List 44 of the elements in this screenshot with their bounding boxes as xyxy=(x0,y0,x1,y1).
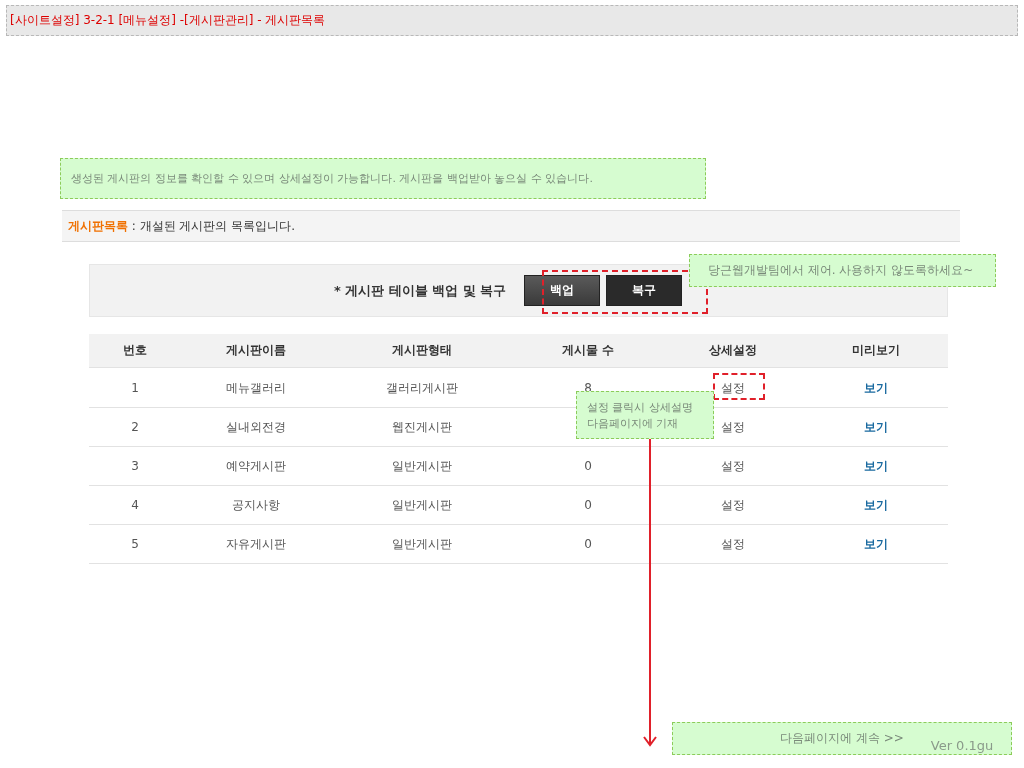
continue-text: 다음페이지에 계속 >> xyxy=(780,730,904,747)
table-cell: 3 xyxy=(131,459,139,473)
table-cell: 일반게시판 xyxy=(392,496,452,514)
settings-link[interactable]: 설정 xyxy=(721,418,745,436)
column-header: 게시물 수 xyxy=(561,342,615,359)
table-cell: 0 xyxy=(584,537,592,551)
annotation-note: 당근웹개발팀에서 제어. 사용하지 않도록하세요~ xyxy=(689,254,996,287)
table-cell: 0 xyxy=(584,498,592,512)
preview-link[interactable]: 보기 xyxy=(863,496,888,514)
table-cell: 공지사항 xyxy=(232,496,280,514)
table-cell: 4 xyxy=(131,498,139,512)
preview-link[interactable]: 보기 xyxy=(863,418,888,436)
column-header: 게시판형태 xyxy=(392,342,452,359)
column-header: 게시판이름 xyxy=(226,342,286,359)
table-cell: 일반게시판 xyxy=(392,457,452,475)
restore-button[interactable]: 복구 xyxy=(606,275,683,306)
backup-button[interactable]: 백업 xyxy=(524,275,601,306)
settings-link[interactable]: 설정 xyxy=(721,457,745,475)
table-cell: 예약게시판 xyxy=(226,457,286,475)
table-cell: 갤러리게시판 xyxy=(386,379,458,397)
table-cell: 1 xyxy=(131,381,139,395)
panel-label: * 게시판 테이블 백업 및 복구 xyxy=(334,281,507,300)
settings-link[interactable]: 설정 xyxy=(721,496,745,514)
table-cell: 2 xyxy=(131,420,139,434)
preview-link[interactable]: 보기 xyxy=(863,457,888,475)
table-cell: 웹진게시판 xyxy=(392,418,452,436)
section-description: 게시판목록 : 개설된 게시판의 목록입니다. xyxy=(68,217,296,235)
table-cell: 5 xyxy=(131,537,139,551)
column-header: 번호 xyxy=(123,342,147,359)
page-title: [사이트설정] 3-2-1 [메뉴설정] -[게시판관리] - 게시판목록 xyxy=(6,5,1018,36)
description-note: 생성된 게시판의 정보를 확인할 수 있으며 상세설정이 가능합니다. 게시판을 백업받아 놓으실 수 있습니다. xyxy=(60,158,706,199)
settings-link[interactable]: 설정 xyxy=(721,379,745,397)
preview-link[interactable]: 보기 xyxy=(863,379,888,397)
column-header: 미리보기 xyxy=(851,342,900,359)
table-cell: 일반게시판 xyxy=(392,535,452,553)
annotation-note: 설정 클릭시 상세설명 다음페이지에 기재 xyxy=(576,391,714,439)
preview-link[interactable]: 보기 xyxy=(863,535,888,553)
table-cell: 실내외전경 xyxy=(226,418,286,436)
table-cell: 메뉴갤러리 xyxy=(226,379,286,397)
version-label: Ver 0.1gu xyxy=(930,738,994,753)
settings-link[interactable]: 설정 xyxy=(721,535,745,553)
column-header: 상세설정 xyxy=(709,342,757,359)
table-cell: 0 xyxy=(584,459,592,473)
table-cell: 자유게시판 xyxy=(226,535,286,553)
